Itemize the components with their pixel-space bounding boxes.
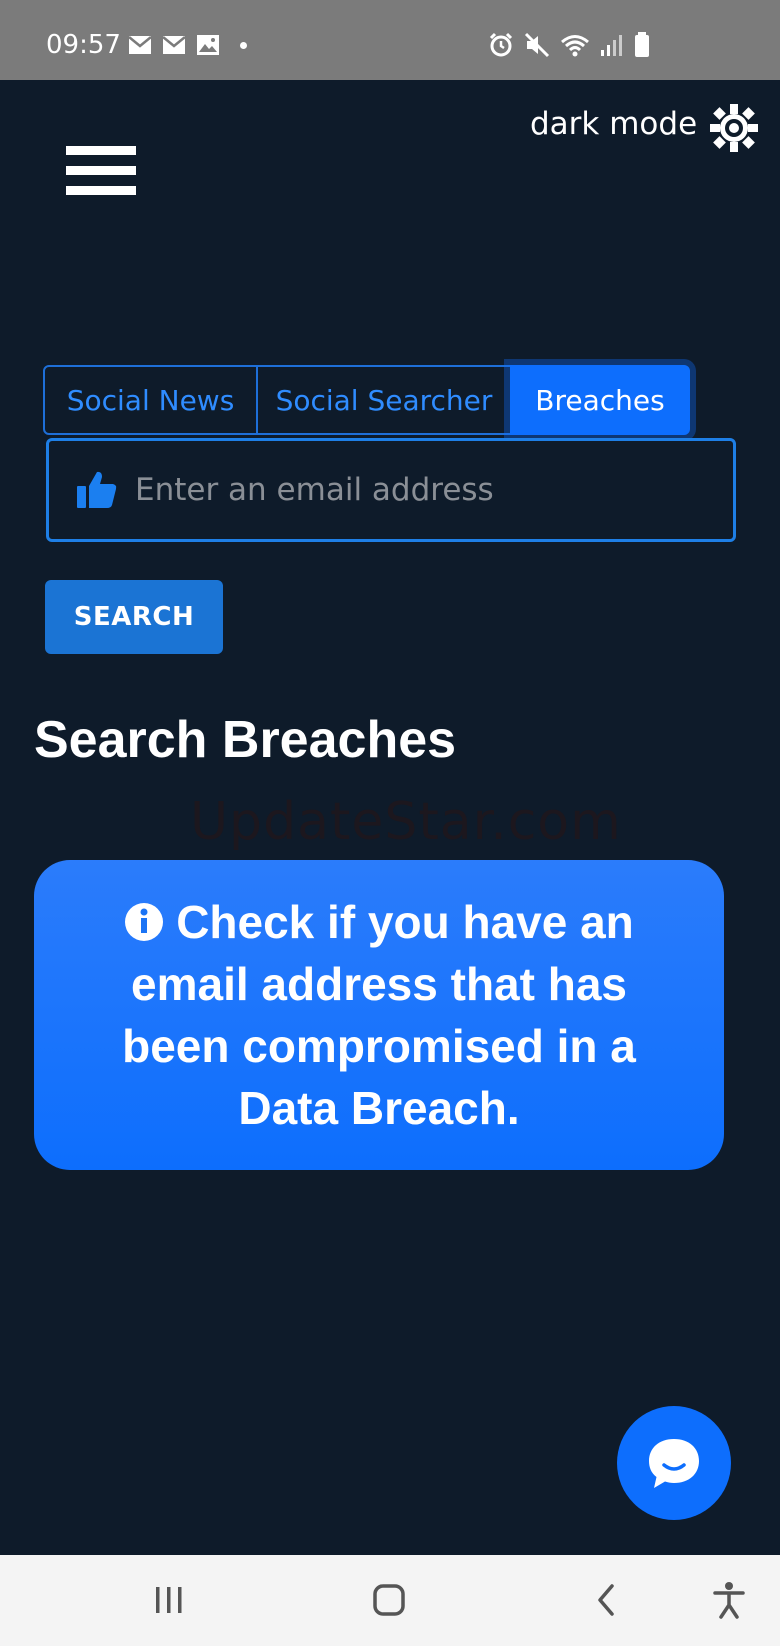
info-circle-icon <box>125 903 164 941</box>
status-time: 09:57 <box>46 30 121 60</box>
info-card: Check if you have an email address that … <box>34 860 724 1170</box>
section-title: Search Breaches <box>34 711 457 769</box>
chat-bubble-icon <box>649 1439 699 1488</box>
dark-mode-label: dark mode <box>530 106 698 142</box>
status-bar: 09:57 <box>0 0 780 80</box>
back-icon[interactable] <box>582 1575 632 1625</box>
watermark: UpdateStar.com <box>190 792 622 852</box>
tab-social-news[interactable]: Social News <box>43 365 257 435</box>
system-nav-bar <box>0 1555 780 1646</box>
accessibility-icon[interactable] <box>704 1575 754 1625</box>
thumbs-up-icon <box>77 471 117 508</box>
chat-button[interactable] <box>617 1406 731 1520</box>
mute-icon <box>524 32 550 58</box>
alarm-icon <box>489 32 513 57</box>
info-message: Check if you have an email address that … <box>94 891 664 1139</box>
email-field-container <box>46 438 736 542</box>
status-notification-icons <box>128 34 247 56</box>
status-more-dot <box>240 41 247 49</box>
battery-icon <box>635 32 649 57</box>
home-icon[interactable] <box>364 1575 414 1625</box>
hamburger-menu-icon[interactable] <box>66 146 138 206</box>
app-screen: dark mode Social News Social Searcher Br… <box>0 80 780 1555</box>
image-icon <box>197 35 219 55</box>
status-system-icons <box>488 32 650 58</box>
email-input[interactable] <box>135 460 733 520</box>
tab-bar: Social News Social Searcher Breaches <box>43 365 690 437</box>
signal-icon <box>601 35 622 56</box>
search-button[interactable]: SEARCH <box>45 580 223 654</box>
wifi-icon <box>561 35 589 57</box>
brightness-icon[interactable] <box>710 104 758 152</box>
mail-icon <box>162 36 186 54</box>
recent-apps-icon[interactable] <box>144 1575 194 1625</box>
tab-social-searcher[interactable]: Social Searcher <box>257 365 510 435</box>
info-text: Check if you have an email address that … <box>122 896 636 1134</box>
tab-breaches[interactable]: Breaches <box>510 365 690 435</box>
mail-icon <box>128 36 152 54</box>
